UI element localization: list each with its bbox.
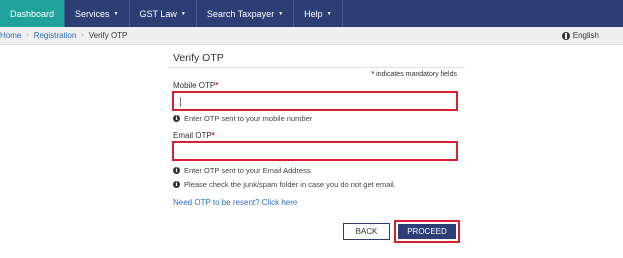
caret-down-icon: ▼ <box>326 10 332 17</box>
required-mark: * <box>371 71 375 78</box>
breadcrumb-home[interactable]: Home <box>0 31 21 40</box>
resend-otp-link[interactable]: Need OTP to be resent? Click here <box>173 198 297 207</box>
mobile-otp-hint: i Enter OTP sent to your mobile number <box>173 114 312 123</box>
nav-help[interactable]: Help ▼ <box>294 0 343 27</box>
breadcrumb-separator: › <box>26 32 29 39</box>
caret-down-icon: ▼ <box>180 10 186 17</box>
required-mark: * <box>211 131 215 140</box>
top-nav: Dashboard Services ▼ GST Law ▼ Search Ta… <box>0 0 623 27</box>
nav-services[interactable]: Services ▼ <box>65 0 130 27</box>
nav-dashboard[interactable]: Dashboard <box>0 0 66 27</box>
proceed-button-highlight: PROCEED <box>394 220 460 243</box>
info-icon: i <box>173 181 180 188</box>
email-otp-hint: i Enter OTP sent to your Email Address <box>173 166 311 175</box>
nav-help-label: Help <box>304 8 323 19</box>
proceed-button[interactable]: PROCEED <box>398 224 456 239</box>
language-label: English <box>572 31 599 40</box>
email-otp-label-text: Email OTP <box>173 131 212 140</box>
info-icon: i <box>173 115 180 122</box>
nav-gst-law[interactable]: GST Law ▼ <box>130 0 197 27</box>
nav-search-taxpayer-label: Search Taxpayer <box>206 8 275 19</box>
mandatory-note: * indicates mandatory fields <box>371 71 457 78</box>
divider <box>168 67 465 68</box>
nav-gst-law-label: GST Law <box>139 8 177 19</box>
email-otp-input[interactable] <box>174 145 456 161</box>
email-otp-field-wrapper <box>172 141 458 161</box>
nav-dashboard-label: Dashboard <box>10 8 55 19</box>
mobile-otp-input[interactable] <box>174 95 456 111</box>
breadcrumb-current: Verify OTP <box>88 31 128 40</box>
mandatory-note-text: indicates mandatory fields <box>376 71 457 78</box>
text-cursor <box>180 97 181 107</box>
mobile-otp-label-text: Mobile OTP <box>173 81 216 90</box>
mobile-otp-label: Mobile OTP* <box>173 81 218 90</box>
breadcrumb: Home › Registration › Verify OTP English <box>0 27 623 45</box>
caret-down-icon: ▼ <box>113 10 119 17</box>
breadcrumb-separator: › <box>81 32 84 39</box>
info-icon: i <box>173 167 180 174</box>
email-otp-hint-text: Enter OTP sent to your Email Address <box>184 166 311 175</box>
page-title: Verify OTP <box>173 52 224 64</box>
nav-services-label: Services <box>75 8 110 19</box>
globe-icon <box>561 31 570 40</box>
nav-search-taxpayer[interactable]: Search Taxpayer ▼ <box>197 0 295 27</box>
mobile-otp-field-wrapper <box>172 91 458 111</box>
back-button[interactable]: BACK <box>343 223 390 240</box>
required-mark: * <box>215 81 219 90</box>
caret-down-icon: ▼ <box>278 10 284 17</box>
email-otp-label: Email OTP* <box>173 131 215 140</box>
language-selector[interactable]: English <box>561 31 599 40</box>
mobile-otp-hint-text: Enter OTP sent to your mobile number <box>184 114 313 123</box>
spam-folder-hint: i Please check the junk/spam folder in c… <box>173 180 396 189</box>
spam-folder-hint-text: Please check the junk/spam folder in cas… <box>184 180 396 189</box>
breadcrumb-registration[interactable]: Registration <box>34 31 77 40</box>
